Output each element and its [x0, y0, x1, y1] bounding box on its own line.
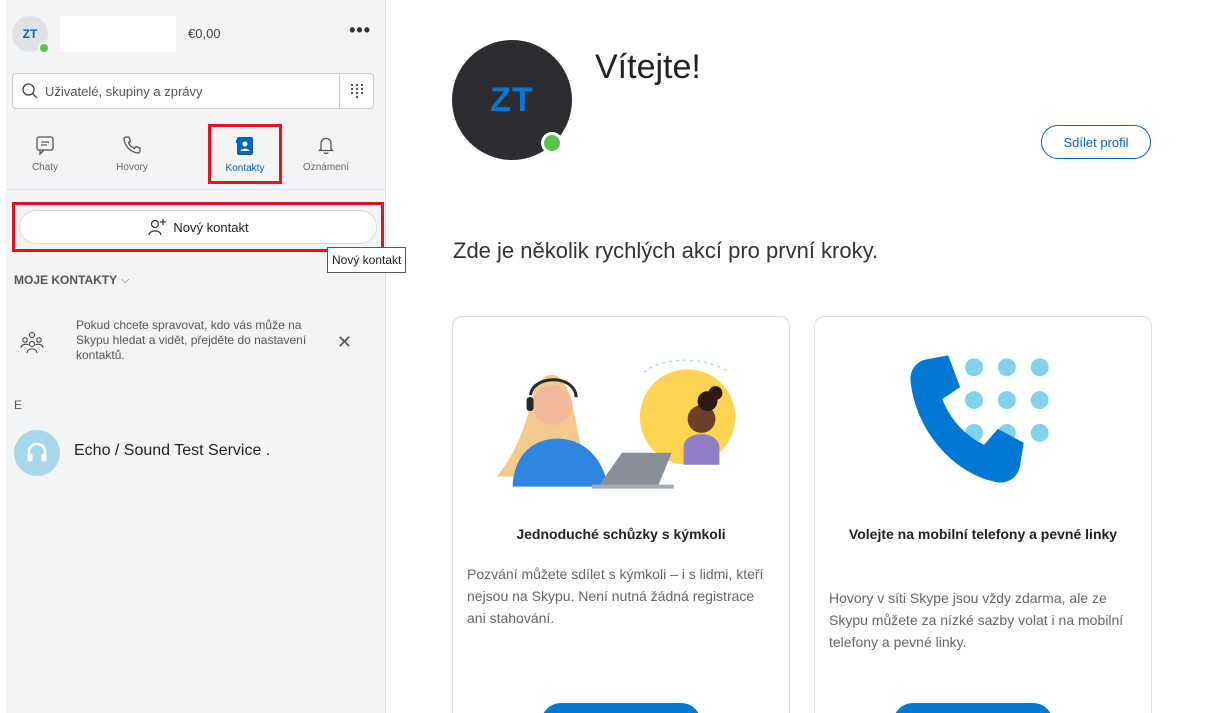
people-group-icon	[20, 331, 44, 354]
card-text: Hovory v síti Skype jsou vždy zdarma, al…	[829, 590, 1124, 650]
nav-tabs: Chaty Hovory Kontakty Oznámení	[6, 120, 386, 190]
card-action-button[interactable]	[893, 703, 1053, 713]
notice-text: Pokud chcete spravovat, kdo vás může na …	[76, 318, 307, 362]
welcome-heading: Vítejte!	[595, 48, 701, 86]
presence-indicator	[38, 42, 50, 54]
chevron-down-icon: ⌵	[121, 273, 130, 286]
skype-credit[interactable]: €0,00	[188, 26, 221, 41]
new-contact-highlight: Nový kontakt	[12, 202, 384, 252]
contact-name: Echo / Sound Test Service .	[74, 442, 271, 459]
card-action-button[interactable]	[541, 703, 701, 713]
quick-actions-title: Zde je několik rychlých akcí pro první k…	[453, 238, 879, 263]
tab-chats[interactable]: Chaty	[10, 128, 80, 184]
sidebar: ZT €0,00 ••• Uživatelé, skupiny a zprávy…	[6, 0, 386, 713]
tab-calls[interactable]: Hovory	[97, 128, 167, 184]
phone-dialpad-illustration	[910, 355, 1049, 483]
new-contact-tooltip: Nový kontakt	[327, 247, 407, 273]
card-title: Volejte na mobilní telefony a pevné link…	[848, 526, 1118, 542]
main-panel: ZT Vítejte! Sdílet profil Zde je několik…	[387, 0, 1206, 713]
meeting-illustration	[496, 359, 736, 489]
tab-contacts[interactable]: Kontakty	[208, 124, 282, 184]
tab-label: Chaty	[31, 162, 59, 173]
profile-name[interactable]	[60, 16, 176, 52]
presence-indicator	[541, 132, 563, 154]
meetings-card: Jednoduché schůzky s kýmkoli Pozvání můž…	[452, 316, 790, 713]
more-options-button[interactable]: •••	[349, 20, 371, 41]
new-contact-label: Nový kontakt	[173, 219, 249, 235]
dialpad-icon	[350, 83, 363, 99]
tab-notifications[interactable]: Oznámení	[291, 128, 361, 184]
profile-row: ZT €0,00 •••	[12, 16, 375, 56]
chat-icon	[36, 136, 54, 156]
add-person-icon	[148, 219, 167, 236]
tab-label: Hovory	[116, 162, 148, 173]
contact-avatar	[14, 430, 60, 476]
privacy-notice: Pokud chcete spravovat, kdo vás může na …	[6, 310, 386, 380]
tab-label: Oznámení	[302, 162, 350, 173]
card-title: Jednoduché schůzky s kýmkoli	[516, 526, 726, 542]
avatar-initials: ZT	[22, 27, 38, 41]
contacts-icon	[236, 137, 253, 155]
phone-icon	[123, 136, 141, 154]
tab-label: Kontakty	[225, 163, 265, 174]
search-input[interactable]	[41, 74, 331, 108]
headset-icon	[27, 442, 47, 462]
contact-item[interactable]: Echo / Sound Test Service .	[12, 428, 382, 478]
calls-card: Volejte na mobilní telefony a pevné link…	[814, 316, 1152, 713]
my-contacts-header[interactable]: MOJE KONTAKTY ⌵	[14, 273, 129, 287]
card-text: Pozvání můžete sdílet s kýmkoli – i s li…	[467, 566, 764, 626]
bell-icon	[317, 137, 335, 155]
dialpad-button[interactable]	[339, 74, 373, 108]
avatar-initials: ZT	[490, 80, 534, 119]
search-icon	[22, 83, 38, 99]
group-letter: E	[14, 398, 23, 412]
new-contact-button[interactable]: Nový kontakt	[19, 210, 377, 244]
search-box	[12, 73, 374, 109]
share-profile-button[interactable]: Sdílet profil	[1041, 125, 1151, 159]
section-title: MOJE KONTAKTY	[14, 273, 118, 287]
close-icon[interactable]: ✕	[337, 332, 352, 353]
